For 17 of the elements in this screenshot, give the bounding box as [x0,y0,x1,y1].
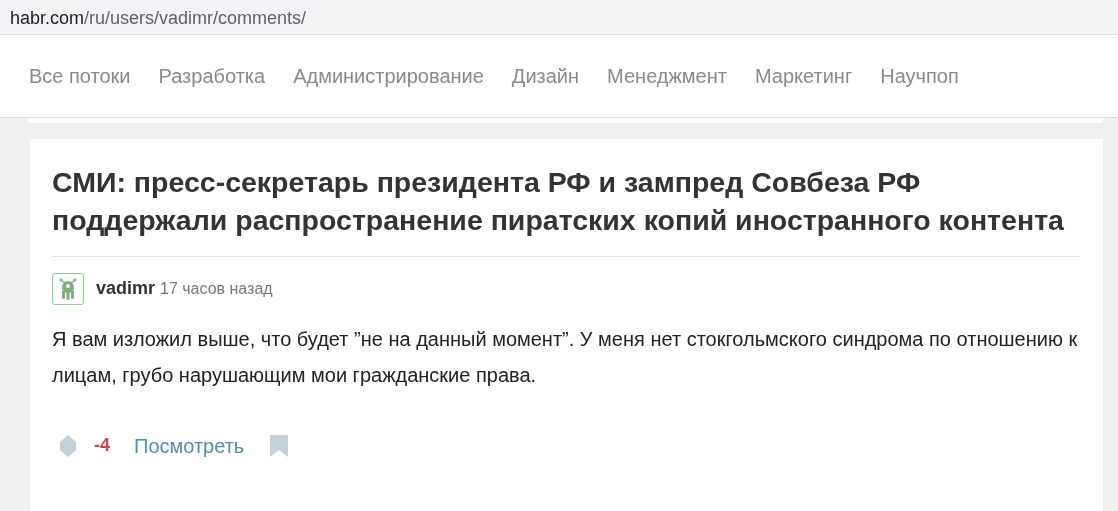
nav-link[interactable]: Дизайн [511,61,580,91]
view-link[interactable]: Посмотреть [134,430,245,461]
bookmark-icon[interactable] [270,434,289,457]
nav-link[interactable]: Менеджмент [607,61,727,91]
avatar-icon[interactable] [52,272,84,305]
nav-link[interactable]: Научпоп [880,61,959,91]
address-bar[interactable]: habr.com/ru/users/vadimr/comments/ [0,0,1118,35]
author-link[interactable]: vadimr [96,275,156,303]
comment-text: Я вам изложил выше, что будет ”не на данный момент”. У меня нет стокгольмского синдрома по отношению к лицам, грубо нарушающим мои гражданские права. [52,326,1079,388]
nav-link[interactable]: Маркетинг [754,61,853,91]
comment-score: -4 [94,434,110,458]
nav-link[interactable]: Все потоки [29,61,131,91]
comment-time: 17 часов назад [160,278,273,299]
nav-link[interactable]: Разработка [158,61,266,91]
vote-icon[interactable] [60,434,76,457]
post-title[interactable]: СМИ: пресс-секретарь президента РФ и зампред Совбеза РФ поддержали распространение пиратских копий иностранного контента [52,163,1080,240]
nav-link[interactable]: Администрирование [293,61,484,91]
